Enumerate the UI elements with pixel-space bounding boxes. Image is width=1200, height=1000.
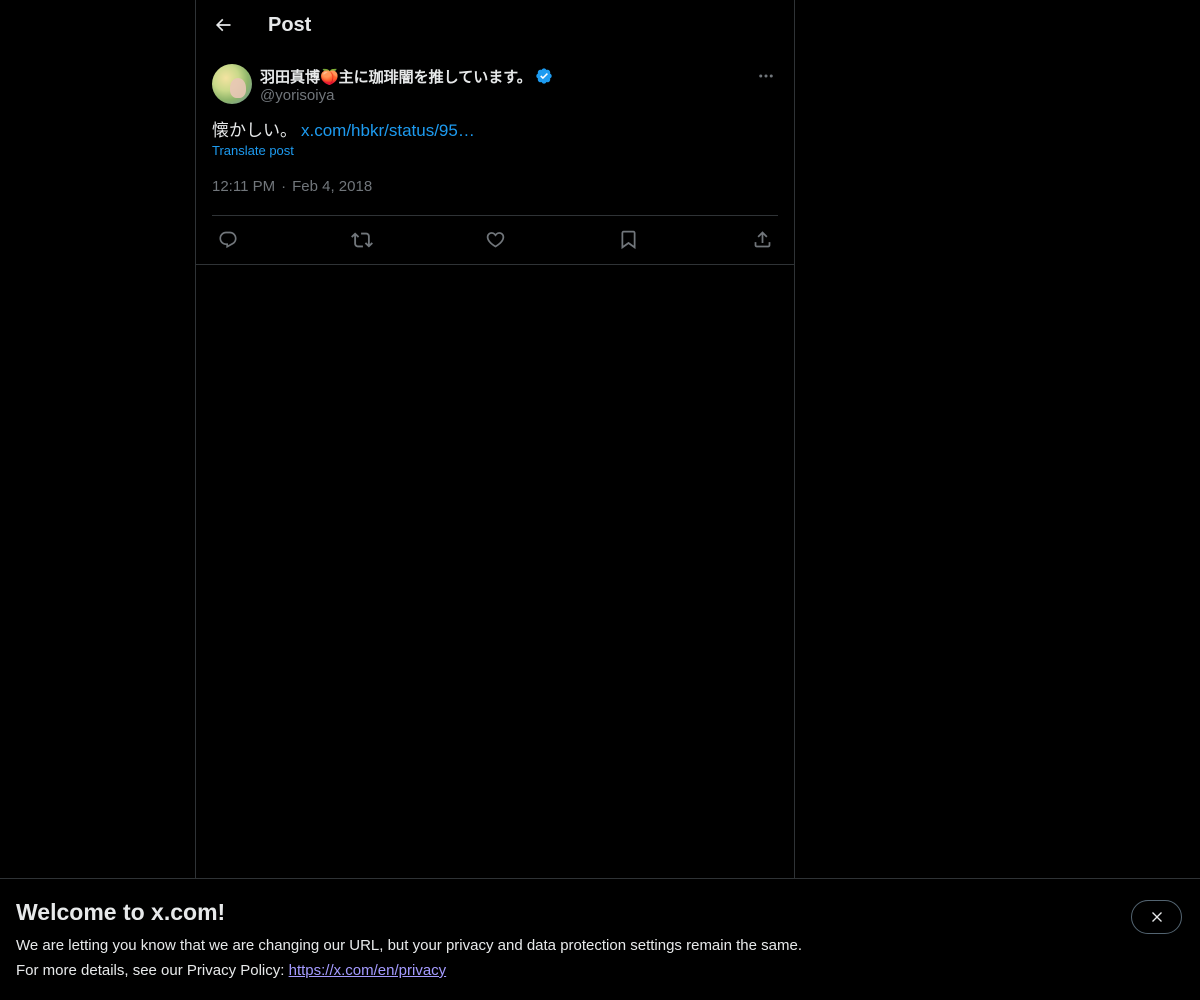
author-display-name[interactable]: 羽田真博🍑主に珈琲闇を推しています。 — [260, 66, 553, 89]
like-button[interactable] — [483, 228, 507, 252]
avatar-figure — [230, 78, 246, 98]
post-timestamp[interactable]: 12:11 PM · Feb 4, 2018 — [212, 178, 778, 198]
verified-badge-icon — [535, 67, 553, 89]
repost-button[interactable] — [350, 228, 374, 252]
author-handle[interactable]: @yorisoiya — [260, 87, 334, 104]
post: 羽田真博🍑主に珈琲闇を推しています。 @yorisoiya 懐かしい。 x.com… — [212, 62, 778, 263]
author-row: 羽田真博🍑主に珈琲闇を推しています。 @yorisoiya — [212, 62, 778, 110]
post-link[interactable]: x.com/hbkr/status/95… — [301, 121, 475, 140]
post-text: 懐かしい。 x.com/hbkr/status/95… — [212, 120, 778, 142]
more-horizontal-icon — [759, 74, 773, 78]
close-banner-button[interactable] — [1131, 900, 1182, 934]
post-time: 12:11 PM — [212, 178, 276, 195]
more-button[interactable] — [754, 64, 778, 88]
privacy-policy-link[interactable]: https://x.com/en/privacy — [289, 962, 447, 979]
avatar[interactable] — [212, 64, 252, 104]
post-date: Feb 4, 2018 — [292, 178, 373, 195]
bookmark-icon — [621, 230, 636, 250]
share-button[interactable] — [750, 228, 774, 252]
heart-icon — [486, 232, 504, 248]
translate-post-link[interactable]: Translate post — [212, 143, 294, 158]
page-title: Post — [268, 14, 312, 36]
back-button[interactable] — [206, 8, 240, 42]
close-icon — [1151, 912, 1162, 922]
action-bar — [212, 216, 778, 263]
post-separator — [196, 264, 794, 265]
banner-title: Welcome to x.com! — [16, 899, 226, 925]
author-name-text: 羽田真博🍑主に珈琲闇を推しています。 — [260, 69, 532, 86]
banner-privacy-prefix: For more details, see our Privacy Policy… — [16, 962, 285, 979]
reply-button[interactable] — [216, 228, 240, 252]
post-body: 懐かしい。 — [212, 121, 297, 140]
share-icon — [754, 231, 770, 248]
main-column: Post 羽田真博🍑主に珈琲闇を推しています。 @yorisoiya 懐かしい。… — [195, 0, 795, 1000]
repost-icon — [350, 232, 373, 247]
timestamp-separator: · — [281, 178, 287, 195]
banner-privacy-line: For more details, see our Privacy Policy… — [16, 962, 446, 979]
page-header: Post — [196, 0, 794, 53]
url-change-banner: Welcome to x.com! We are letting you kno… — [0, 878, 1200, 1000]
reply-icon — [219, 231, 237, 248]
banner-message: We are letting you know that we are chan… — [16, 937, 802, 954]
bookmark-button[interactable] — [617, 228, 641, 252]
arrow-left-icon — [215, 18, 231, 32]
